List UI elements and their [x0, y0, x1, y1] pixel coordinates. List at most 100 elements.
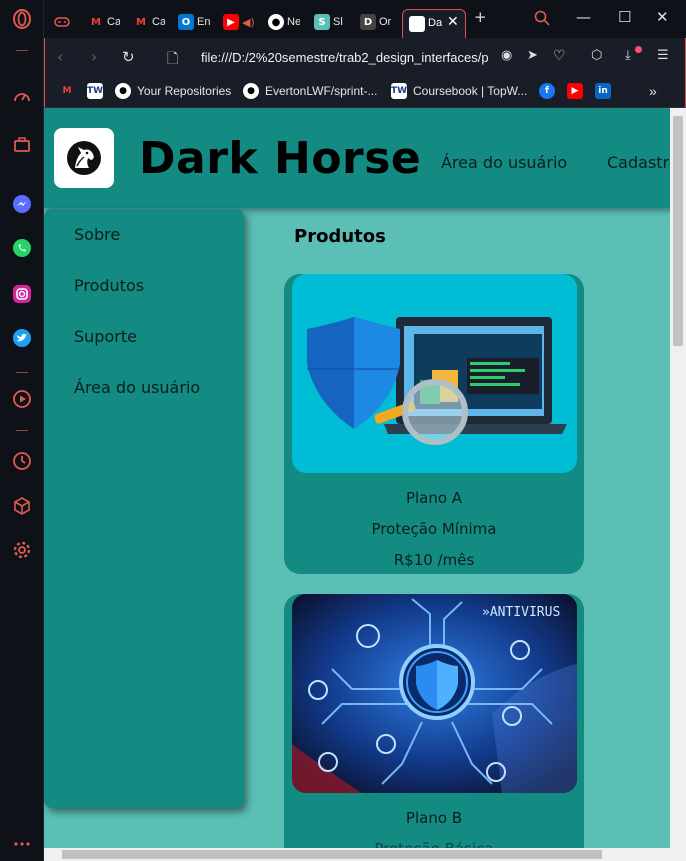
new-tab-icon[interactable]: +: [474, 8, 487, 26]
gmail-icon: M: [91, 16, 101, 28]
download-badge: [635, 46, 642, 53]
close-tab-icon[interactable]: ✕: [447, 14, 459, 30]
site-header: Dark Horse Área do usuário Cadastre: [44, 108, 670, 208]
reload-icon[interactable]: ↻: [122, 48, 135, 66]
product-desc: Proteção Mínima: [371, 520, 497, 538]
easy-setup-icon[interactable]: ☰: [657, 48, 669, 63]
download-icon[interactable]: ⤓: [625, 48, 631, 63]
opera-logo-icon[interactable]: [11, 8, 33, 30]
tab-label: Ne: [287, 16, 300, 28]
speaker-icon[interactable]: ◀): [242, 16, 255, 29]
product-card-b[interactable]: »ANTIVIRUS Plano B Proteção Básica: [284, 594, 584, 848]
file-icon: 🗋: [167, 51, 179, 67]
history-clock-icon[interactable]: [11, 450, 33, 472]
forward-icon[interactable]: ›: [91, 48, 97, 66]
heart-icon[interactable]: ♡: [553, 48, 566, 64]
slides-icon: S: [314, 14, 330, 30]
camera-icon[interactable]: ◉: [501, 48, 512, 63]
bookmark-coursebook[interactable]: TW Coursebook | TopW...: [391, 83, 527, 99]
extensions-cube-icon[interactable]: [11, 495, 33, 517]
close-window-icon[interactable]: ✕: [656, 8, 669, 26]
tab-strip: M Ca M Ca O En ▶ ◀) ● Ne S Sl D Or Da ✕ …: [44, 0, 686, 38]
bookmark-linkedin[interactable]: in: [595, 83, 611, 99]
menu-item-suporte[interactable]: Suporte: [74, 327, 137, 346]
browser-sidebar: [0, 0, 44, 861]
settings-gear-icon[interactable]: [11, 539, 33, 561]
horse-favicon-icon: [409, 16, 425, 32]
github-icon: ●: [115, 83, 131, 99]
tab-1[interactable]: M Ca: [133, 12, 165, 32]
youtube-icon: ▶: [567, 83, 583, 99]
github-icon: ●: [268, 14, 284, 30]
url-field[interactable]: file:///D:/2%20semestre/trab2_design_int…: [201, 50, 489, 65]
gmail-icon: M: [62, 86, 72, 96]
nav-area-usuario[interactable]: Área do usuário: [441, 153, 567, 172]
antivirus-label: »ANTIVIRUS: [482, 605, 560, 620]
tab-label: Ca: [107, 16, 120, 28]
cube-icon[interactable]: ⬡: [591, 48, 602, 63]
gaming-tab[interactable]: [54, 12, 70, 32]
bookmark-label: Coursebook | TopW...: [413, 84, 528, 98]
bookmark-facebook[interactable]: f: [539, 83, 555, 99]
back-icon[interactable]: ‹: [57, 48, 63, 66]
tab-label: Sl: [333, 16, 343, 28]
tab-0[interactable]: M Ca: [88, 12, 120, 32]
send-icon[interactable]: ➤: [527, 48, 538, 63]
sidebar-divider: [16, 430, 28, 431]
tab-3[interactable]: ▶ ◀): [223, 12, 255, 32]
twitter-icon[interactable]: [11, 327, 33, 349]
youtube-icon: ▶: [223, 14, 239, 30]
more-bookmarks-button[interactable]: »: [649, 83, 657, 99]
page-viewport: Dark Horse Área do usuário Cadastre Sobr…: [44, 108, 670, 848]
bookmark-gmail[interactable]: M: [59, 83, 75, 99]
speed-dial-icon[interactable]: [11, 86, 33, 108]
maximize-icon[interactable]: ☐: [618, 8, 631, 26]
instagram-icon[interactable]: [11, 283, 33, 305]
tab-label: Da: [428, 17, 442, 29]
horse-head-icon: [67, 141, 101, 175]
gmail-icon: M: [136, 16, 146, 28]
tab-label: En: [197, 16, 210, 28]
search-tabs-icon[interactable]: [534, 8, 550, 26]
tab-2[interactable]: O En: [178, 12, 210, 32]
nav-cadastre[interactable]: Cadastre: [607, 153, 670, 172]
side-menu: Sobre Produtos Suporte Área do usuário: [44, 209, 244, 808]
menu-item-produtos[interactable]: Produtos: [74, 276, 144, 295]
facebook-icon: f: [539, 83, 555, 99]
bookmark-youtube[interactable]: ▶: [567, 83, 583, 99]
tw-icon: TW: [87, 83, 103, 99]
site-title: Dark Horse: [139, 133, 422, 184]
bookmark-label: EvertonLWF/sprint-...: [265, 84, 378, 98]
horse-logo[interactable]: [54, 128, 114, 188]
product-name: Plano A: [405, 489, 463, 507]
tab-4[interactable]: ● Ne: [268, 12, 300, 32]
scroll-thumb[interactable]: [62, 850, 602, 859]
menu-item-sobre[interactable]: Sobre: [74, 225, 120, 244]
product-card-a[interactable]: Plano A Proteção Mínima R$10 /mês: [284, 274, 584, 574]
briefcase-icon[interactable]: [11, 133, 33, 155]
horizontal-scrollbar[interactable]: [44, 848, 670, 861]
minimize-icon[interactable]: —: [576, 8, 591, 26]
chevrons-icon: »: [649, 83, 657, 99]
bookmark-repositories[interactable]: ● Your Repositories: [115, 83, 231, 99]
bookmark-sprint[interactable]: ● EvertonLWF/sprint-...: [243, 83, 377, 99]
linkedin-icon: in: [595, 83, 611, 99]
messenger-icon[interactable]: [11, 193, 33, 215]
sidebar-divider: [16, 372, 28, 373]
menu-item-area-usuario[interactable]: Área do usuário: [74, 378, 200, 397]
vertical-scrollbar[interactable]: [670, 108, 686, 848]
product-desc: Proteção Básica: [284, 840, 584, 848]
tab-label: Ca: [152, 16, 165, 28]
active-tab[interactable]: Da ✕: [402, 9, 466, 38]
player-icon[interactable]: [11, 388, 33, 410]
scroll-thumb[interactable]: [673, 116, 683, 346]
tw-icon: TW: [391, 83, 407, 99]
bookmark-tw[interactable]: TW: [87, 83, 103, 99]
bookmark-label: Your Repositories: [137, 84, 232, 98]
more-dots-icon[interactable]: [11, 833, 33, 855]
tab-6[interactable]: D Or: [360, 12, 392, 32]
scroll-corner: [670, 848, 686, 861]
whatsapp-icon[interactable]: [11, 237, 33, 259]
address-bar: ‹ › ↻ 🗋 file:///D:/2%20semestre/trab2_de…: [44, 38, 686, 76]
tab-5[interactable]: S Sl: [314, 12, 346, 32]
